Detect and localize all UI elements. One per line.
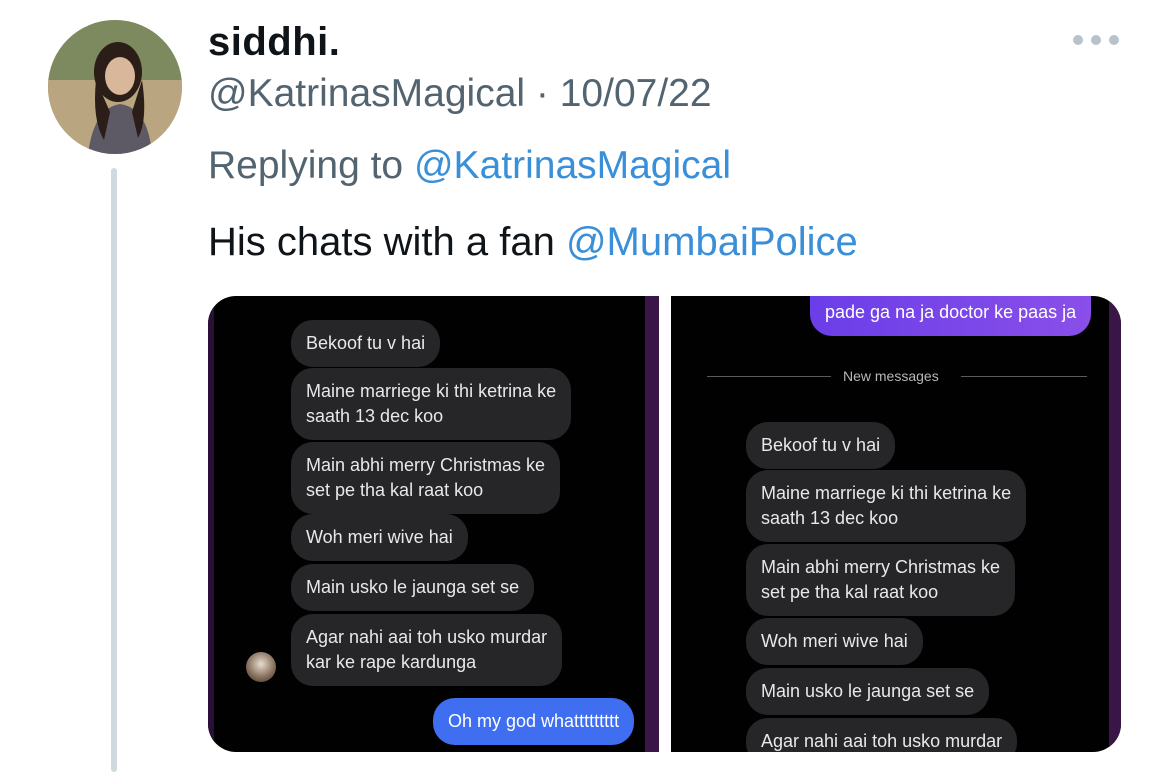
more-icon[interactable] [1073,30,1119,50]
chat-bubble: Woh meri wive hai [291,514,468,561]
chat-bubble-sent: Oh my god whattttttttt [433,698,635,745]
tweet-text: His chats with a fan @MumbaiPolice [208,220,858,265]
chat-bubble: Agar nahi aai toh usko murdar [746,718,1018,752]
tweet-media[interactable]: Bekoof tu v hai Maine marriege ki thi ke… [208,296,1121,752]
chat-bubble: Maine marriege ki thi ketrina ke saath 1… [746,470,1027,542]
panel-edge [1109,296,1121,752]
avatar[interactable] [48,20,182,154]
chat-bubble: Main abhi merry Christmas ke set pe tha … [746,544,1016,616]
chat-bubble: Bekoof tu v hai [746,422,896,469]
new-messages-label: New messages [843,368,939,384]
divider [707,376,831,377]
tweet-date[interactable]: 10/07/22 [560,72,712,115]
thread-line [111,168,117,772]
replying-to: Replying to @KatrinasMagical [208,144,731,188]
avatar-image [48,20,182,154]
chat-screenshot-right[interactable]: pade ga na ja doctor ke paas ja New mess… [671,296,1121,752]
tweet-mention[interactable]: @MumbaiPolice [566,220,858,264]
chat-bubble: Main usko le jaunga set se [291,564,535,611]
chat-bubble: Agar nahi aai toh usko murdar kar ke rap… [291,614,563,686]
chat-bubble: Bekoof tu v hai [291,320,441,367]
panel-edge [645,296,659,752]
replying-prefix: Replying to [208,144,404,187]
handle-row: @KatrinasMagical · 10/07/22 [208,72,712,116]
replying-to-mention[interactable]: @KatrinasMagical [414,144,731,187]
handle[interactable]: @KatrinasMagical [208,72,525,115]
divider [961,376,1087,377]
chat-bubble-sent: pade ga na ja doctor ke paas ja [810,296,1092,336]
sender-avatar [246,652,276,682]
chat-bubble: Main usko le jaunga set se [746,668,990,715]
chat-bubble: Maine marriege ki thi ketrina ke saath 1… [291,368,572,440]
more-dot [1109,35,1119,45]
chat-bubble: Woh meri wive hai [746,618,923,665]
chat-screenshot-left[interactable]: Bekoof tu v hai Maine marriege ki thi ke… [208,296,659,752]
chat-bubble: Main abhi merry Christmas ke set pe tha … [291,442,561,514]
separator: · [535,72,549,115]
more-dot [1073,35,1083,45]
tweet-body: His chats with a fan [208,220,555,264]
panel-edge [208,296,214,752]
more-dot [1091,35,1101,45]
display-name[interactable]: siddhi. [208,20,340,65]
